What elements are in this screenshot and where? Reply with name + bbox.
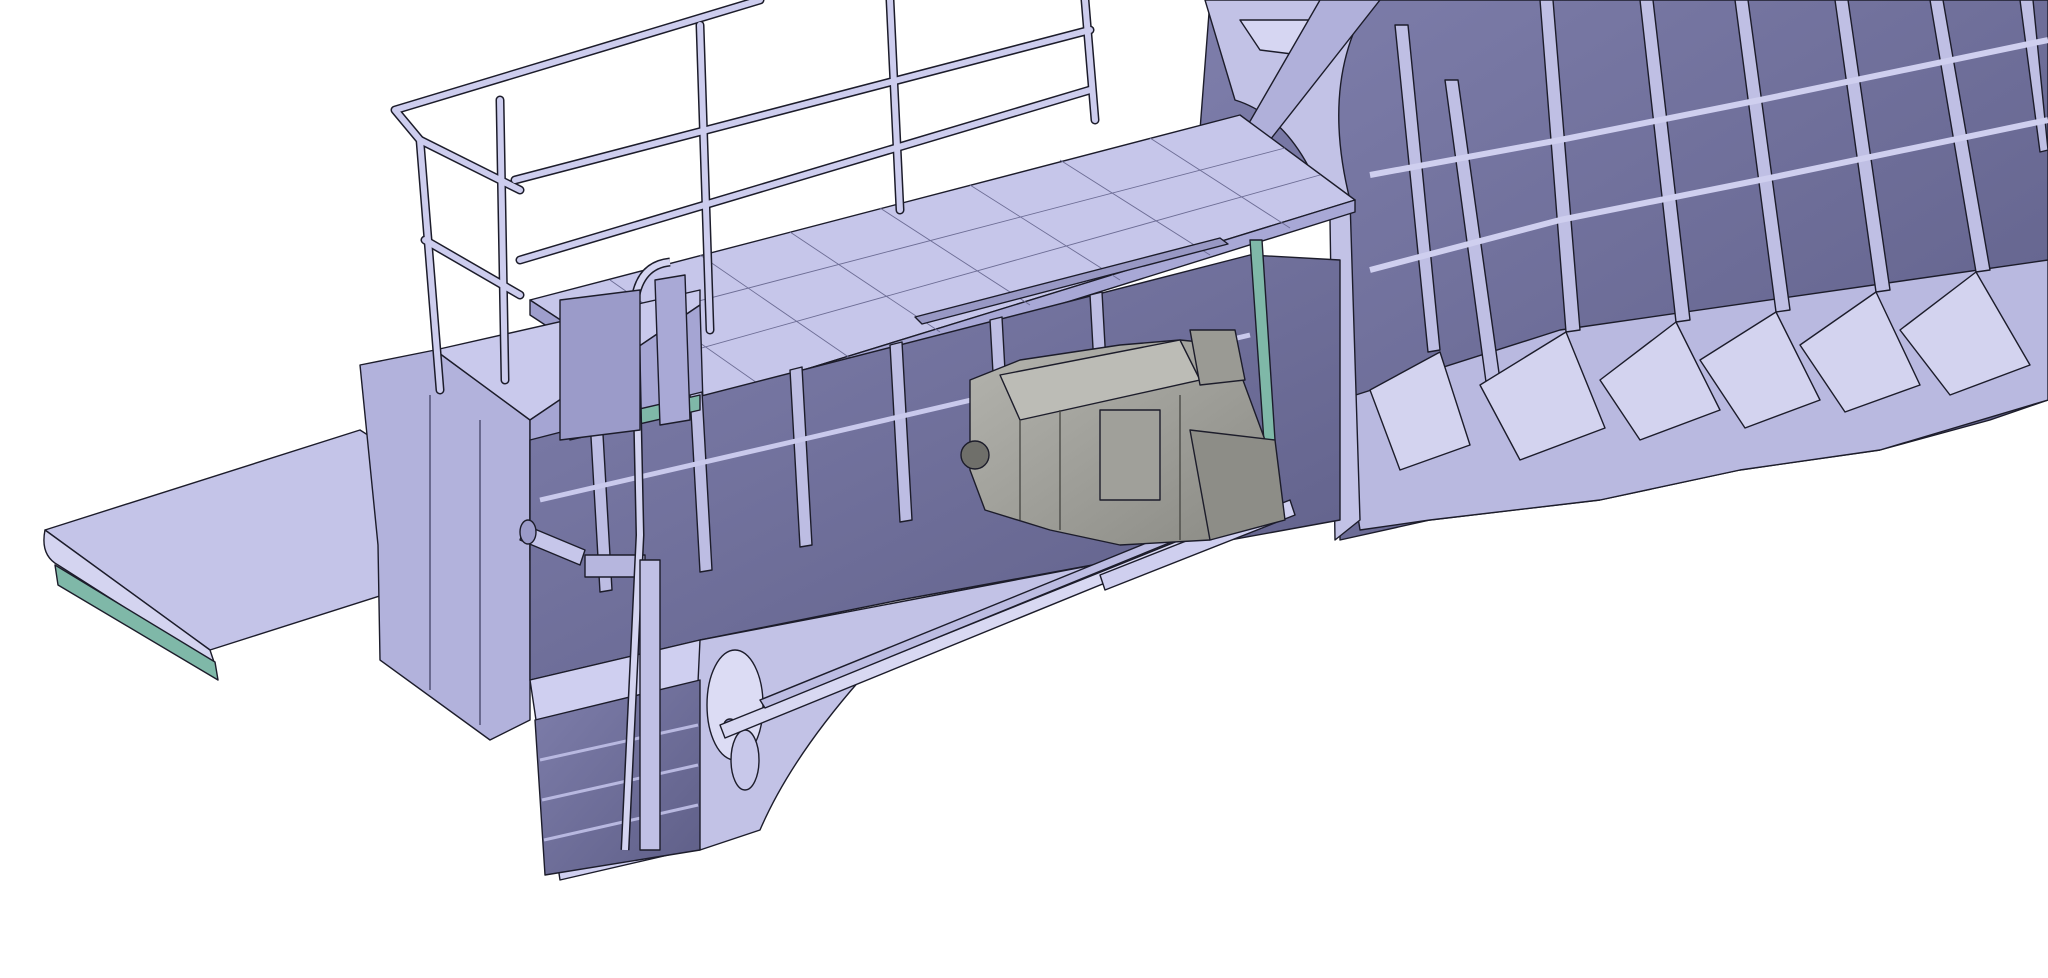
cad-3d-viewport[interactable] (0, 0, 2048, 978)
ship-stern-model[interactable] (0, 0, 2048, 978)
